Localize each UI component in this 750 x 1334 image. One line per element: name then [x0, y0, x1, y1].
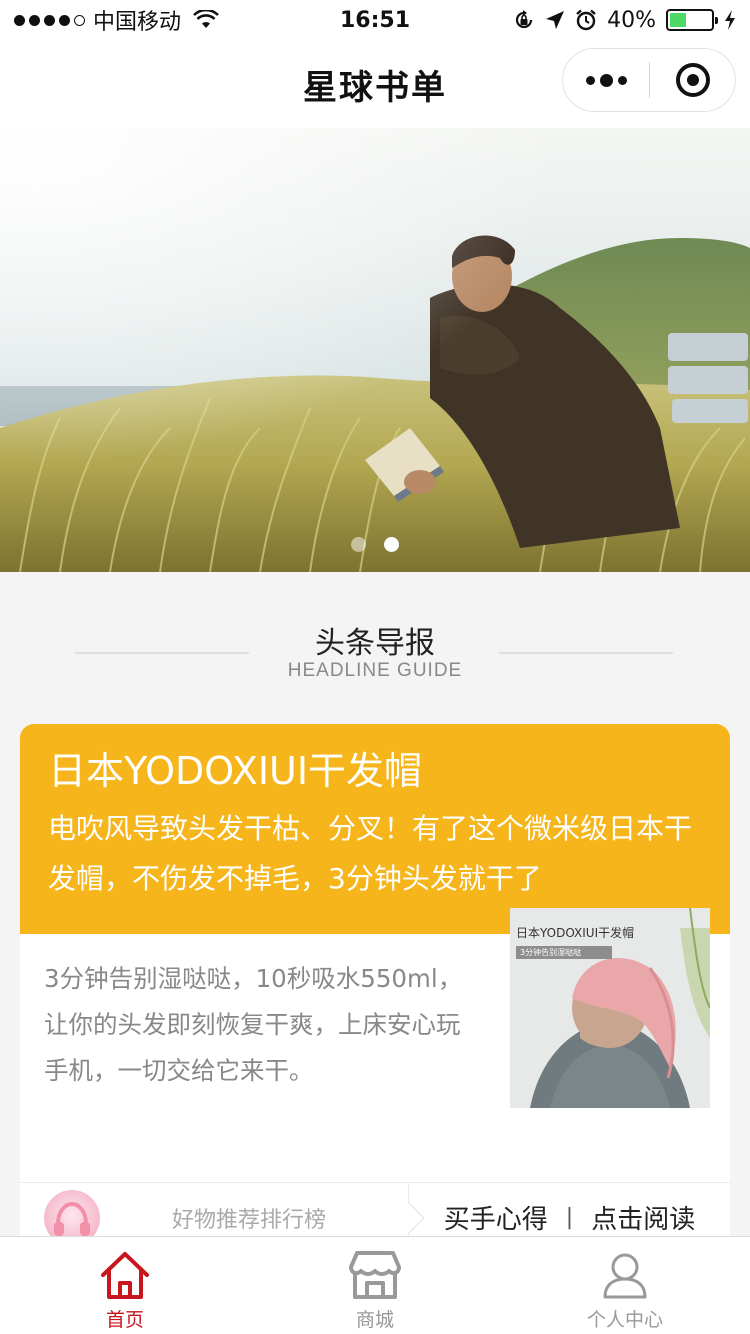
status-bar: 中国移动 16:51 40%: [0, 0, 750, 40]
battery-percent: 40%: [607, 7, 656, 33]
banner-carousel[interactable]: [0, 128, 750, 572]
link-separator: |: [565, 1205, 574, 1230]
banner-dot[interactable]: [351, 537, 366, 552]
more-icon[interactable]: [563, 49, 649, 111]
article-thumbnail[interactable]: 日本YODOXIUI干发帽 3分钟告别湿哒哒: [510, 908, 710, 1108]
wifi-icon: [193, 10, 219, 28]
section-header: 头条导报 HEADLINE GUIDE: [0, 572, 750, 722]
article-card[interactable]: 日本YODOXIUI干发帽 电吹风导致头发干枯、分叉！有了这个微米级日本干发帽，…: [20, 724, 730, 1284]
tab-home[interactable]: 首页: [0, 1237, 250, 1334]
article-summary: 电吹风导致头发干枯、分叉！有了这个微米级日本干发帽，不伤发不掉毛，3分钟头发就干…: [48, 812, 693, 895]
tab-store[interactable]: 商城: [250, 1237, 500, 1334]
miniprogram-capsule: [562, 48, 736, 112]
location-icon: [546, 11, 565, 29]
home-icon: [101, 1252, 149, 1299]
tab-label: 个人中心: [586, 1309, 663, 1331]
thumbnail-title: 日本YODOXIUI干发帽: [516, 926, 635, 940]
section-title: 头条导报: [315, 626, 435, 661]
tab-label: 首页: [105, 1309, 144, 1331]
article-title: 日本YODOXIUI干发帽: [48, 749, 423, 793]
thumbnail-tagline: 3分钟告别湿哒哒: [520, 948, 582, 957]
read-links: 买手心得 | 点击阅读: [409, 1199, 730, 1236]
carrier-name: 中国移动: [93, 10, 182, 35]
user-icon: [603, 1253, 647, 1299]
buy-tips-link[interactable]: 买手心得: [444, 1199, 548, 1236]
banner-indicator: [0, 537, 750, 552]
store-icon: [349, 1251, 401, 1299]
man-reading-book-in-grass-photo: [0, 128, 750, 572]
tab-bar: 首页 商城 个人中心: [0, 1236, 750, 1334]
ranking-label: 好物推荐排行榜: [172, 1207, 327, 1233]
close-miniprogram-icon[interactable]: [650, 49, 735, 111]
tab-profile[interactable]: 个人中心: [500, 1237, 750, 1334]
charging-icon: [725, 10, 735, 30]
article-body: 3分钟告别湿哒哒，10秒吸水550ml，让你的头发即刻恢复干爽，上床安心玩手机，…: [20, 908, 730, 1182]
section-subtitle: HEADLINE GUIDE: [287, 660, 463, 681]
signal-icon: [14, 14, 85, 26]
article-description: 3分钟告别湿哒哒，10秒吸水550ml，让你的头发即刻恢复干爽，上床安心玩手机，…: [44, 964, 463, 1085]
tab-label: 商城: [355, 1309, 394, 1331]
article-header: 日本YODOXIUI干发帽 电吹风导致头发干枯、分叉！有了这个微米级日本干发帽，…: [20, 724, 730, 934]
page-title: 星球书单: [303, 67, 447, 108]
nav-bar: 星球书单: [0, 40, 750, 128]
read-link[interactable]: 点击阅读: [591, 1199, 695, 1236]
battery-icon: [666, 9, 718, 31]
alarm-icon: [576, 9, 596, 31]
rotation-lock-icon: [516, 10, 533, 29]
banner-dot[interactable]: [384, 537, 399, 552]
